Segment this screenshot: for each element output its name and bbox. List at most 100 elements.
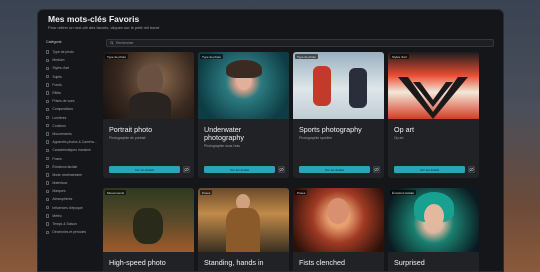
eye-slash-icon bbox=[374, 167, 379, 172]
category-checkbox[interactable] bbox=[46, 83, 50, 87]
sidebar-item-label: Couleurs bbox=[52, 123, 66, 128]
sidebar-item[interactable]: Compositions bbox=[46, 105, 102, 113]
category-checkbox[interactable] bbox=[46, 91, 50, 95]
hide-button[interactable] bbox=[183, 166, 190, 173]
sidebar-item[interactable]: Émotions faciale bbox=[46, 163, 102, 171]
category-checkbox[interactable] bbox=[46, 140, 50, 144]
sidebar-item-label: Météo bbox=[52, 213, 62, 218]
card-title: Underwater photography bbox=[204, 125, 244, 142]
card-portrait-photo[interactable]: Type de photo Portrait photo Photographi… bbox=[103, 52, 194, 178]
sidebar-item[interactable]: Temps & Saison bbox=[46, 220, 102, 228]
card-title: Sports photography bbox=[299, 125, 362, 134]
category-checkbox[interactable] bbox=[46, 214, 50, 218]
details-button[interactable]: Voir les détails bbox=[299, 166, 370, 173]
card-fists-clenched[interactable]: Poses Fists clenched bbox=[293, 188, 384, 271]
sidebar-item-label: Marques bbox=[52, 189, 66, 194]
person-face bbox=[424, 204, 444, 228]
sidebar-item[interactable]: Mouvements bbox=[46, 130, 102, 138]
search-icon bbox=[110, 41, 114, 45]
person-coat bbox=[226, 208, 260, 252]
category-badge: Poses bbox=[295, 190, 308, 195]
category-checkbox[interactable] bbox=[46, 189, 50, 193]
card-surprised[interactable]: Émotions faciale Surprised bbox=[388, 188, 479, 271]
portrait-figure bbox=[137, 64, 163, 94]
card-subtitle: Op art bbox=[394, 136, 404, 140]
category-checkbox[interactable] bbox=[46, 230, 50, 234]
sidebar-item[interactable]: Mode vestimentaire bbox=[46, 171, 102, 179]
card-title: Fists clenched bbox=[299, 258, 345, 267]
category-checkbox[interactable] bbox=[46, 222, 50, 226]
card-underwater-photography[interactable]: Type de photo Underwater photography Pho… bbox=[198, 52, 289, 178]
details-button[interactable]: Voir les détails bbox=[109, 166, 180, 173]
sidebar-item-label: Prises de vues bbox=[52, 99, 75, 104]
category-checkbox[interactable] bbox=[46, 205, 50, 210]
sidebar-item[interactable]: Styles d'art bbox=[46, 64, 102, 72]
category-checkbox[interactable] bbox=[46, 107, 50, 112]
category-checkbox[interactable] bbox=[46, 173, 50, 177]
card-high-speed-photo[interactable]: Mouvements High-speed photo bbox=[103, 188, 194, 271]
category-checkbox[interactable] bbox=[46, 99, 50, 103]
sidebar-item-label: Décennies et périodes bbox=[52, 230, 87, 235]
sidebar-item-label: Poses bbox=[52, 156, 62, 161]
category-checkbox[interactable] bbox=[46, 181, 50, 185]
category-checkbox[interactable] bbox=[46, 132, 50, 136]
sidebar-item[interactable]: Poses bbox=[46, 154, 102, 162]
sidebar-item-label: Mode vestimentaire bbox=[52, 172, 82, 177]
sidebar-item-label: Sujets bbox=[52, 74, 62, 79]
sidebar-item[interactable]: Influences d'époque bbox=[46, 204, 102, 212]
eye-slash-icon bbox=[469, 167, 474, 172]
sidebar-item-label: Lumières bbox=[52, 115, 67, 120]
sidebar-item-label: Compositions bbox=[52, 107, 73, 112]
category-checkbox[interactable] bbox=[46, 74, 50, 79]
sidebar-item[interactable]: Atmosphères bbox=[46, 195, 102, 203]
search-placeholder: Rechercher bbox=[116, 41, 134, 45]
sidebar-item-label: Mouvements bbox=[52, 131, 72, 136]
sidebar-item[interactable]: Lumières bbox=[46, 114, 102, 122]
search-input[interactable]: Rechercher bbox=[106, 39, 494, 47]
card-thumbnail: Type de photo bbox=[198, 52, 289, 119]
category-checkbox[interactable] bbox=[46, 50, 50, 54]
card-actions: Voir les détails bbox=[299, 166, 380, 173]
sidebar-item[interactable]: Météo bbox=[46, 212, 102, 220]
card-standing-hands-in[interactable]: Poses Standing, hands in bbox=[198, 188, 289, 271]
sidebar-item[interactable]: Caractéristiques humaine bbox=[46, 146, 102, 154]
card-actions: Voir les détails bbox=[109, 166, 190, 173]
sidebar-item-label: Fonds bbox=[52, 82, 62, 87]
hide-button[interactable] bbox=[373, 166, 380, 173]
card-sports-photography[interactable]: Type de photo Sports photography Photogr… bbox=[293, 52, 384, 178]
card-thumbnail: Mouvements bbox=[103, 188, 194, 252]
category-checkbox[interactable] bbox=[46, 124, 50, 128]
category-checkbox[interactable] bbox=[46, 165, 50, 169]
sidebar-item[interactable]: Appareils photos & Caméra... bbox=[46, 138, 102, 146]
sidebar-item[interactable]: Matériaux bbox=[46, 179, 102, 187]
card-thumbnail: Poses bbox=[293, 188, 384, 252]
sidebar-item[interactable]: Fonds bbox=[46, 81, 102, 89]
sidebar-item[interactable]: Effets bbox=[46, 89, 102, 97]
hide-button[interactable] bbox=[278, 166, 285, 173]
details-button[interactable]: Voir les détails bbox=[204, 166, 275, 173]
sidebar-item-label: Temps & Saison bbox=[52, 222, 77, 227]
category-checkbox[interactable] bbox=[46, 58, 50, 62]
sidebar-item[interactable]: Type de photo bbox=[46, 48, 102, 56]
hide-button[interactable] bbox=[468, 166, 475, 173]
sidebar-item[interactable]: Marques bbox=[46, 187, 102, 195]
card-title: Portrait photo bbox=[109, 125, 153, 134]
category-checkbox[interactable] bbox=[46, 66, 50, 71]
sidebar-item[interactable]: Prises de vues bbox=[46, 97, 102, 105]
category-checkbox[interactable] bbox=[46, 115, 50, 120]
category-checkbox[interactable] bbox=[46, 148, 50, 153]
card-actions: Voir les détails bbox=[394, 166, 475, 173]
sidebar-item[interactable]: Sujets bbox=[46, 73, 102, 81]
category-checkbox[interactable] bbox=[46, 156, 50, 161]
card-op-art[interactable]: Styles d'art Op art Op art Voir les déta… bbox=[388, 52, 479, 178]
sidebar-item[interactable]: Medium bbox=[46, 56, 102, 64]
sidebar-item[interactable]: Décennies et périodes bbox=[46, 228, 102, 236]
category-checkbox[interactable] bbox=[46, 197, 50, 202]
sidebar-item[interactable]: Couleurs bbox=[46, 122, 102, 130]
sidebar-item-label: Atmosphères bbox=[52, 197, 73, 202]
page-subtitle: Pour retirer un mot-clé des favoris, cli… bbox=[48, 25, 161, 30]
details-button[interactable]: Voir les détails bbox=[394, 166, 465, 173]
card-title: Surprised bbox=[394, 258, 425, 267]
sidebar-item-label: Influences d'époque bbox=[52, 205, 83, 210]
card-title: High-speed photo bbox=[109, 258, 166, 267]
